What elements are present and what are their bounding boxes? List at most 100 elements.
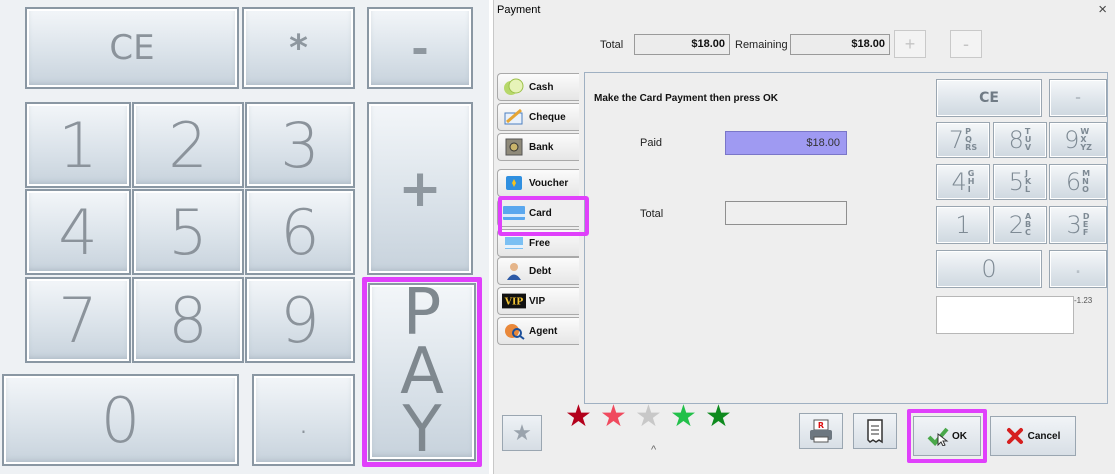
remaining-amount: $18.00 bbox=[790, 34, 890, 55]
caret-up-icon[interactable]: ^ bbox=[651, 444, 656, 456]
key-dot[interactable]: . bbox=[252, 374, 355, 466]
pay-keypad-panel: CE * - 1 2 3 4 5 6 + 7 8 9 0 . P A Y bbox=[0, 0, 489, 474]
numpad-key-7-digit: 7 bbox=[948, 126, 965, 154]
numpad-key-dot[interactable]: . bbox=[1049, 250, 1107, 288]
checkmark-icon bbox=[927, 427, 949, 446]
star-icon: ★ bbox=[512, 420, 532, 445]
numpad-key-1-digit: 1 bbox=[955, 211, 971, 239]
numpad-key-2[interactable]: 2 ABC bbox=[993, 206, 1047, 244]
dialog-title: Payment bbox=[497, 4, 541, 16]
svg-text:R: R bbox=[818, 421, 824, 430]
tab-cash[interactable]: Cash bbox=[497, 73, 579, 101]
payment-dialog: Payment × Total $18.00 Remaining $18.00 … bbox=[493, 0, 1115, 474]
numpad-minus-key[interactable]: - bbox=[1049, 79, 1107, 117]
numpad-ce-key[interactable]: CE bbox=[936, 79, 1042, 117]
key-8[interactable]: 8 bbox=[132, 277, 244, 363]
numpad-key-8-digit: 8 bbox=[1008, 126, 1024, 154]
payment-type-tabs: Cash Cheque Bank Voucher Card Free Debt … bbox=[497, 73, 580, 353]
tab-cheque[interactable]: Cheque bbox=[497, 103, 579, 131]
rating-star-dark-red[interactable]: ★ bbox=[565, 402, 592, 432]
print-receipt-button[interactable]: R bbox=[799, 413, 843, 449]
add-button[interactable]: + bbox=[894, 30, 926, 58]
tab-free[interactable]: Free bbox=[497, 229, 579, 257]
numpad-key-2-letters: ABC bbox=[1025, 212, 1032, 237]
tab-vip-label: VIP bbox=[529, 295, 546, 307]
key-6[interactable]: 6 bbox=[245, 189, 355, 275]
numpad-key-3-letters: DEF bbox=[1082, 212, 1090, 237]
payment-instruction: Make the Card Payment then press OK bbox=[594, 93, 778, 104]
numpad-key-4-letters: GHI bbox=[967, 169, 975, 194]
tab-cheque-label: Cheque bbox=[529, 111, 566, 123]
card-icon bbox=[502, 203, 526, 223]
tab-debt[interactable]: Debt bbox=[497, 257, 579, 285]
numpad-key-6-letters: MNO bbox=[1082, 169, 1091, 194]
cash-icon bbox=[502, 77, 526, 97]
total-field-label: Total bbox=[640, 208, 664, 220]
pay-key[interactable]: P A Y bbox=[368, 275, 476, 468]
key-9[interactable]: 9 bbox=[245, 277, 355, 363]
key-7[interactable]: 7 bbox=[25, 277, 131, 363]
tab-voucher-label: Voucher bbox=[529, 177, 569, 189]
key-0[interactable]: 0 bbox=[2, 374, 239, 466]
agent-icon bbox=[502, 321, 526, 341]
numpad-key-4[interactable]: 4 GHI bbox=[936, 164, 990, 200]
total-amount: $18.00 bbox=[634, 34, 730, 55]
cancel-label: Cancel bbox=[1027, 430, 1061, 442]
svg-text:VIP: VIP bbox=[504, 297, 523, 308]
pay-letter-p: P bbox=[402, 275, 442, 350]
numpad-key-7-letters: P Q RS bbox=[965, 127, 978, 152]
ce-key[interactable]: CE bbox=[25, 7, 239, 89]
key-1[interactable]: 1 bbox=[25, 102, 131, 188]
minus-key[interactable]: - bbox=[367, 7, 473, 89]
pay-letter-y: Y bbox=[402, 393, 442, 468]
cancel-button[interactable]: Cancel bbox=[990, 416, 1076, 456]
key-2[interactable]: 2 bbox=[132, 102, 244, 188]
remaining-label: Remaining bbox=[735, 39, 788, 51]
subtract-button[interactable]: - bbox=[950, 30, 982, 58]
numpad-key-8[interactable]: 8 TUV bbox=[993, 122, 1047, 158]
numpad-key-8-letters: TUV bbox=[1024, 127, 1032, 152]
numpad-key-3[interactable]: 3 DEF bbox=[1049, 206, 1107, 244]
star-key[interactable]: * bbox=[242, 7, 355, 89]
cancel-x-icon bbox=[1006, 428, 1023, 444]
rating-star-green[interactable]: ★ bbox=[670, 402, 697, 432]
tab-agent-label: Agent bbox=[529, 325, 558, 337]
key-5[interactable]: 5 bbox=[132, 189, 244, 275]
cheque-icon bbox=[502, 107, 526, 127]
numpad-key-9[interactable]: 9 W X YZ bbox=[1049, 122, 1107, 158]
numpad-display-value: -1.23 bbox=[1074, 296, 1093, 305]
numpad-key-3-digit: 3 bbox=[1066, 211, 1082, 239]
numpad-key-9-letters: W X YZ bbox=[1080, 127, 1092, 152]
tab-vip[interactable]: VIP VIP bbox=[497, 287, 579, 315]
plus-key[interactable]: + bbox=[367, 102, 473, 275]
numpad-key-1[interactable]: 1 bbox=[936, 206, 990, 244]
key-4[interactable]: 4 bbox=[25, 189, 131, 275]
receipt-icon bbox=[867, 419, 883, 444]
numpad-key-7[interactable]: 7 P Q RS bbox=[936, 122, 990, 158]
debt-icon bbox=[502, 261, 526, 281]
tab-bank[interactable]: Bank bbox=[497, 133, 579, 161]
numpad-key-5[interactable]: 5 JKL bbox=[993, 164, 1047, 200]
tab-voucher[interactable]: Voucher bbox=[497, 169, 579, 197]
close-icon[interactable]: × bbox=[1098, 1, 1107, 18]
total-field[interactable] bbox=[725, 201, 847, 225]
favorite-star-button[interactable]: ★ bbox=[502, 415, 542, 451]
total-label: Total bbox=[600, 39, 624, 51]
tab-bank-label: Bank bbox=[529, 141, 554, 153]
numpad-key-6[interactable]: 6 MNO bbox=[1049, 164, 1107, 200]
tab-free-label: Free bbox=[529, 237, 551, 249]
receipt-button[interactable] bbox=[853, 413, 897, 449]
ok-button[interactable]: OK bbox=[913, 416, 981, 456]
rating-star-grey[interactable]: ★ bbox=[635, 402, 662, 432]
numpad-key-0[interactable]: 0 bbox=[936, 250, 1042, 288]
paid-field[interactable]: $18.00 bbox=[725, 131, 847, 155]
numpad-key-6-digit: 6 bbox=[1065, 168, 1082, 196]
rating-star-dark-green[interactable]: ★ bbox=[705, 402, 732, 432]
numpad-key-9-digit: 9 bbox=[1064, 126, 1080, 154]
numpad-display bbox=[936, 296, 1074, 334]
tab-debt-label: Debt bbox=[529, 265, 552, 277]
tab-agent[interactable]: Agent bbox=[497, 317, 579, 345]
rating-star-red[interactable]: ★ bbox=[600, 402, 627, 432]
tab-card[interactable]: Card bbox=[497, 199, 579, 227]
key-3[interactable]: 3 bbox=[245, 102, 355, 188]
